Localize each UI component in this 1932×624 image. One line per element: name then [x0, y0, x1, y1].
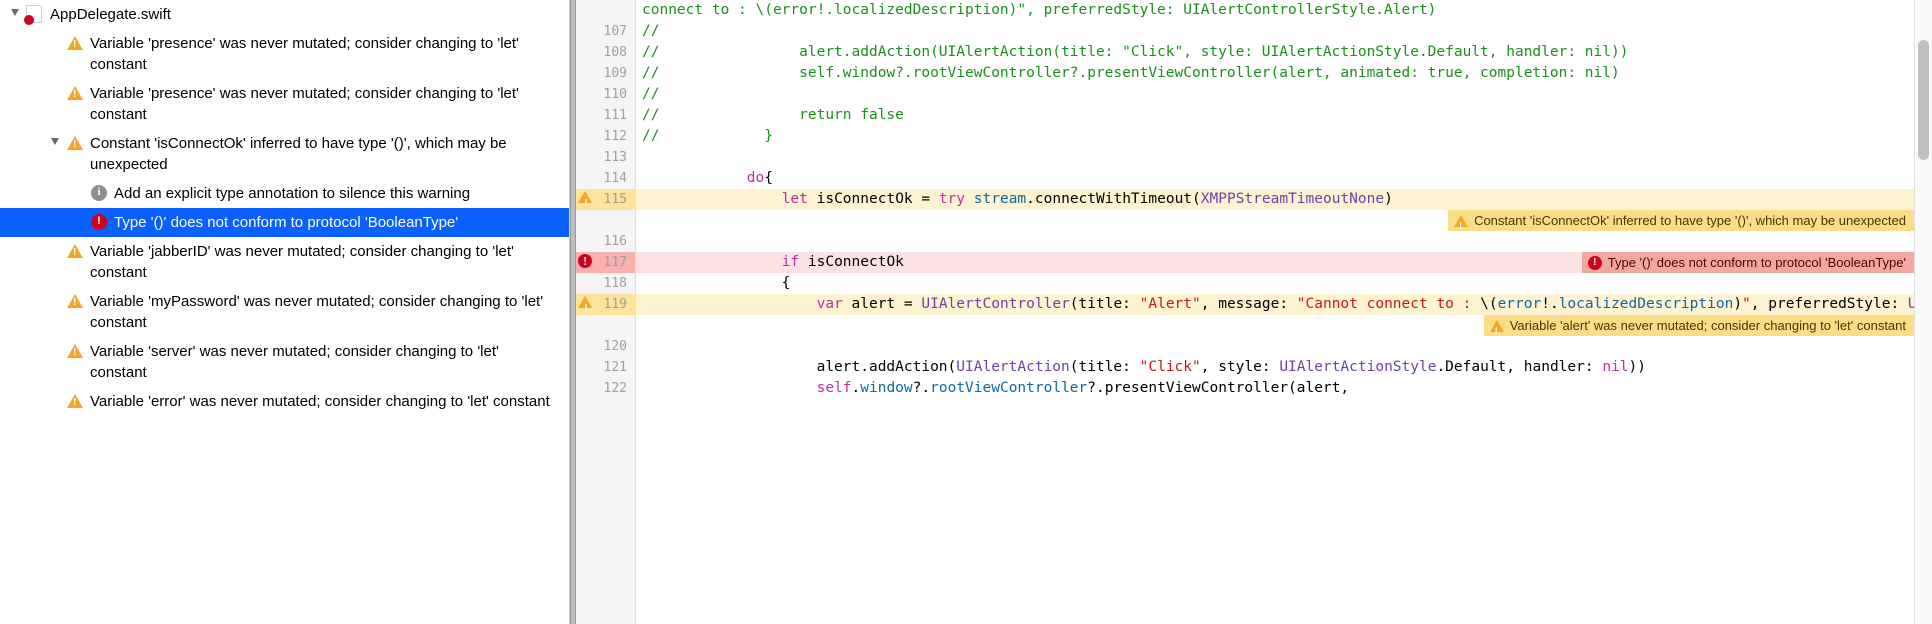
gutter-line[interactable]: 114	[576, 168, 635, 189]
code-line[interactable]: // }	[636, 126, 1914, 147]
code-line[interactable]: if isConnectOkType '()' does not conform…	[636, 252, 1914, 273]
code-line[interactable]: connect to : \(error!.localizedDescripti…	[636, 0, 1914, 21]
code-line[interactable]	[636, 147, 1914, 168]
gutter-line[interactable]: 117	[576, 252, 635, 273]
warning-icon	[66, 34, 84, 52]
code-line[interactable]: //	[636, 84, 1914, 105]
gutter-line[interactable]: 108	[576, 42, 635, 63]
issue-text: Variable 'error' was never mutated; cons…	[90, 391, 561, 412]
code-content[interactable]: connect to : \(error!.localizedDescripti…	[636, 0, 1914, 624]
error-icon	[1588, 256, 1602, 270]
warning-icon	[578, 296, 592, 308]
code-line[interactable]: alert.addAction(UIAlertAction(title: "Cl…	[636, 357, 1914, 378]
issue-row[interactable]: Variable 'presence' was never mutated; c…	[0, 29, 569, 79]
issue-row[interactable]: Add an explicit type annotation to silen…	[0, 179, 569, 208]
line-number-gutter[interactable]: 107108109110111112113114115 116117118119 1…	[576, 0, 636, 624]
warning-icon	[578, 191, 592, 203]
issue-row[interactable]: Type '()' does not conform to protocol '…	[0, 208, 569, 237]
gutter-line[interactable]: 107	[576, 21, 635, 42]
issue-row[interactable]: Variable 'jabberID' was never mutated; c…	[0, 237, 569, 287]
code-line[interactable]: Constant 'isConnectOk' inferred to have …	[636, 210, 1914, 231]
gutter-line[interactable]	[576, 0, 635, 21]
issue-row[interactable]: Variable 'server' was never mutated; con…	[0, 337, 569, 387]
code-line[interactable]	[636, 231, 1914, 252]
issue-row[interactable]: Variable 'myPassword' was never mutated;…	[0, 287, 569, 337]
warning-icon	[1454, 215, 1468, 227]
vertical-scrollbar[interactable]	[1914, 0, 1932, 624]
issue-text: Type '()' does not conform to protocol '…	[114, 212, 561, 233]
gutter-line[interactable]: 112	[576, 126, 635, 147]
warning-icon	[66, 84, 84, 102]
swift-file-error-icon	[26, 5, 44, 23]
code-line[interactable]: // alert.addAction(UIAlertAction(title: …	[636, 42, 1914, 63]
code-line[interactable]: let isConnectOk = try stream.connectWith…	[636, 189, 1914, 210]
issue-row[interactable]: Variable 'presence' was never mutated; c…	[0, 79, 569, 129]
disclosure-triangle-icon[interactable]	[8, 6, 22, 20]
gutter-line[interactable]: 120	[576, 336, 635, 357]
issue-text: Constant 'isConnectOk' inferred to have …	[90, 133, 561, 175]
error-icon	[578, 254, 592, 268]
code-line[interactable]	[636, 336, 1914, 357]
annotation-text: Variable 'alert' was never mutated; cons…	[1510, 315, 1906, 336]
scrollbar-thumb[interactable]	[1918, 40, 1929, 160]
issue-text: Variable 'myPassword' was never mutated;…	[90, 291, 561, 333]
gutter-line[interactable]: 109	[576, 63, 635, 84]
annotation-text: Constant 'isConnectOk' inferred to have …	[1474, 210, 1906, 231]
gutter-line[interactable]: 121	[576, 357, 635, 378]
warning-icon	[66, 292, 84, 310]
warning-icon	[66, 342, 84, 360]
code-line[interactable]: //	[636, 21, 1914, 42]
warning-icon	[1490, 320, 1504, 332]
file-group-row[interactable]: AppDelegate.swift	[0, 0, 569, 29]
warning-icon	[66, 134, 84, 152]
code-line[interactable]: do{	[636, 168, 1914, 189]
gutter-line[interactable]: 122	[576, 378, 635, 399]
issue-text: Variable 'server' was never mutated; con…	[90, 341, 561, 383]
issue-text: Add an explicit type annotation to silen…	[114, 183, 561, 204]
issue-text: Variable 'presence' was never mutated; c…	[90, 33, 561, 75]
gutter-line[interactable]: 111	[576, 105, 635, 126]
disclosure-triangle-icon[interactable]	[48, 135, 62, 149]
gutter-line[interactable]: 116	[576, 231, 635, 252]
warning-icon	[66, 242, 84, 260]
code-line[interactable]: // return false	[636, 105, 1914, 126]
gutter-line[interactable]: 115	[576, 189, 635, 210]
code-line[interactable]: // self.window?.rootViewController?.pres…	[636, 63, 1914, 84]
file-name: AppDelegate.swift	[50, 4, 561, 25]
code-line[interactable]: var alert = UIAlertController(title: "Al…	[636, 294, 1914, 315]
warning-icon	[66, 392, 84, 410]
code-line[interactable]: self.window?.rootViewController?.present…	[636, 378, 1914, 399]
code-line[interactable]: Variable 'alert' was never mutated; cons…	[636, 315, 1914, 336]
inline-warning-annotation[interactable]: Constant 'isConnectOk' inferred to have …	[1448, 210, 1914, 231]
code-editor[interactable]: 107108109110111112113114115 116117118119 1…	[576, 0, 1932, 624]
issue-row[interactable]: Variable 'error' was never mutated; cons…	[0, 387, 569, 416]
inline-warning-annotation[interactable]: Variable 'alert' was never mutated; cons…	[1484, 315, 1914, 336]
issue-text: Variable 'presence' was never mutated; c…	[90, 83, 561, 125]
gutter-line[interactable]: 110	[576, 84, 635, 105]
gutter-line[interactable]: 113	[576, 147, 635, 168]
annotation-text: Type '()' does not conform to protocol '…	[1608, 252, 1906, 273]
info-icon	[90, 184, 108, 202]
code-line[interactable]: {	[636, 273, 1914, 294]
inline-error-annotation[interactable]: Type '()' does not conform to protocol '…	[1582, 252, 1914, 273]
issue-navigator[interactable]: AppDelegate.swift Variable 'presence' wa…	[0, 0, 570, 624]
issue-text: Variable 'jabberID' was never mutated; c…	[90, 241, 561, 283]
error-icon	[90, 213, 108, 231]
gutter-line[interactable]: 119	[576, 294, 635, 315]
issue-row[interactable]: Constant 'isConnectOk' inferred to have …	[0, 129, 569, 179]
gutter-line[interactable]: 118	[576, 273, 635, 294]
